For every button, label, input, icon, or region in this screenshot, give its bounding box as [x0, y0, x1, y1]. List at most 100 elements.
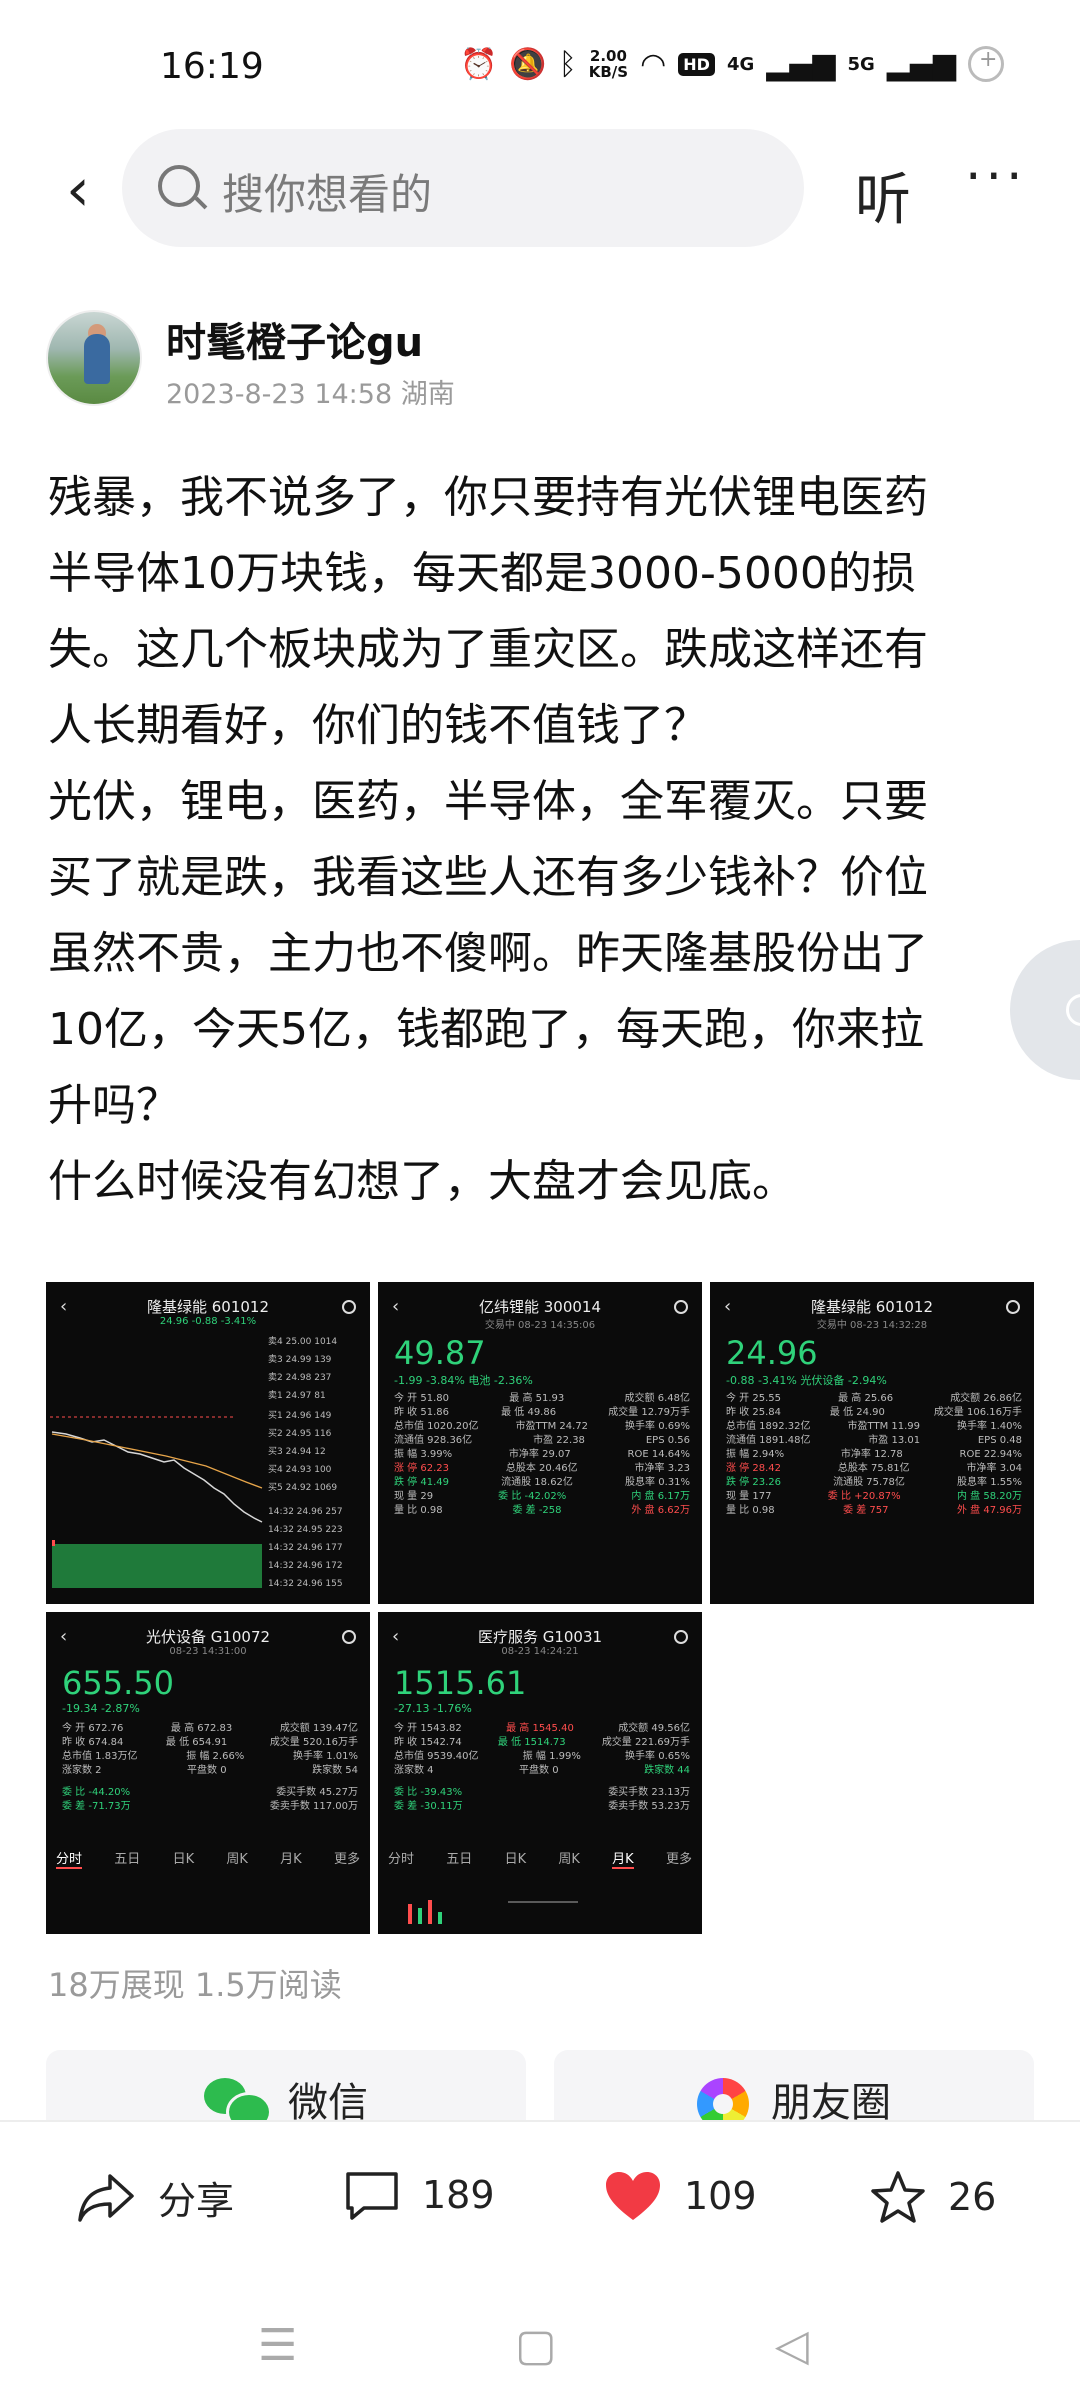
bluetooth-icon: ᛒ [558, 46, 577, 82]
image-subtitle: 交易中 08-23 14:32:28 [816, 1320, 928, 1331]
avatar[interactable] [46, 310, 142, 406]
search-input[interactable]: 搜你想看的 [122, 129, 804, 247]
stat: 委 差 -258 [512, 1505, 562, 1516]
stats-row: 振 幅 2.94% 市净率 12.78 ROE 22.94% [726, 1448, 1022, 1462]
svg-text:买3 24.94 12: 买3 24.94 12 [268, 1446, 326, 1457]
comment-icon [346, 2172, 398, 2220]
post-line: 升吗？ [48, 1080, 180, 1131]
stock-change: -0.88 -3.41% 光伏设备 -2.94% [726, 1374, 887, 1387]
stat: 跌 停 23.26 [726, 1477, 781, 1488]
tab-more[interactable]: 更多 [334, 1848, 360, 1869]
stat: 委卖手数 117.00万 [269, 1801, 358, 1812]
svg-text:卖2 24.98 237: 卖2 24.98 237 [268, 1372, 331, 1383]
stat: 现 量 177 [726, 1491, 772, 1502]
mute-icon: 🔕 [509, 46, 547, 82]
more-icon[interactable]: ··· [965, 147, 1027, 207]
post-line: 光伏，锂电，医药，半导体，全军覆灭。只要 [48, 776, 928, 827]
index-stats: 今 开 672.76 最 高 672.83 成交额 139.47亿 昨 收 674.… [62, 1722, 358, 1814]
search-icon [158, 165, 200, 207]
post-image-1[interactable]: ‹ 隆基绿能 601012 24.96 -0.88 -3.41% 卖4 25.0… [46, 1282, 370, 1604]
stat: 股息率 0.31% [625, 1477, 690, 1488]
order-book: 卖4 25.00 1014 卖3 24.99 139 卖2 24.98 237 … [268, 1336, 343, 1589]
signal-4g-icon: 4G [726, 53, 755, 75]
tab-wuri[interactable]: 五日 [114, 1848, 140, 1869]
search-placeholder: 搜你想看的 [222, 170, 433, 219]
svg-text:14:32 24.96 257: 14:32 24.96 257 [268, 1507, 343, 1517]
stat: 振 幅 3.99% [394, 1449, 453, 1460]
stat: EPS 0.48 [977, 1435, 1022, 1446]
post-image-4[interactable]: ‹ 光伏设备 G10072 08-23 14:31:00 655.50 -19.… [46, 1612, 370, 1934]
author-name[interactable]: 时髦橙子论gu [166, 310, 423, 368]
post-line: 虽然不贵，主力也不傻啊。昨天隆基股份出了 [48, 928, 928, 979]
stat: 最 低 24.90 [829, 1407, 885, 1418]
stock-change: -1.99 -3.84% 电池 -2.36% [394, 1374, 533, 1387]
stat: 今 开 672.76 [62, 1723, 124, 1734]
stats-row: 涨 停 28.42 总股本 75.81亿 市净率 3.04 [726, 1462, 1022, 1476]
stat: 现 量 29 [394, 1491, 434, 1502]
stat: 平盘数 0 [187, 1765, 227, 1776]
image-title: 光伏设备 G10072 [145, 1628, 271, 1646]
post-image-5[interactable]: ‹ 医疗服务 G10031 08-23 14:24:21 1515.61 -27… [378, 1612, 702, 1934]
avatar-figure [84, 334, 110, 384]
stat: 跌 停 41.49 [394, 1477, 449, 1488]
stat: 总市值 1892.32亿 [726, 1421, 811, 1432]
like-count: 109 [684, 2174, 757, 2218]
stats-row: 今 开 51.80 最 高 51.93 成交额 6.48亿 [394, 1392, 690, 1406]
stats-row: 现 量 177 委 比 +20.87% 内 盘 58.20万 [726, 1490, 1022, 1504]
search-icon [674, 1300, 688, 1314]
stat: 昨 收 51.86 [394, 1407, 449, 1418]
post-line: 人长期看好，你们的钱不值钱了？ [48, 700, 708, 751]
post-line: 失。这几个板块成为了重灾区。跌成这样还有 [48, 624, 928, 675]
tab-fenshi[interactable]: 分时 [56, 1848, 83, 1869]
net-speed: 2.00 KB/S [589, 48, 628, 80]
stat: 流通股 75.78亿 [833, 1477, 905, 1488]
stat: 流通值 928.36亿 [394, 1435, 473, 1446]
home-icon[interactable]: ▢ [515, 2320, 557, 2371]
tab-zhouk[interactable]: 周K [226, 1848, 248, 1869]
signal-5g-icon: 5G [847, 53, 875, 75]
post-line: 残暴，我不说多了，你只要持有光伏锂电医药 [48, 472, 928, 523]
stats-row: 流通值 1891.48亿 市盈 13.01 EPS 0.48 [726, 1434, 1022, 1448]
chart-tabs: 分时 五日 日K 周K 月K 更多 [56, 1848, 360, 1869]
stat: 总股本 20.46亿 [505, 1463, 578, 1474]
like-button[interactable]: 109 [604, 2170, 757, 2222]
stats-row: 委 差 -71.73万 委卖手数 117.00万 [62, 1800, 358, 1814]
svg-text:卖4 25.00 1014: 卖4 25.00 1014 [268, 1336, 337, 1347]
stat: 市净率 12.78 [840, 1449, 903, 1460]
stat: 市盈TTM 24.72 [515, 1421, 589, 1432]
svg-text:买2 24.95 116: 买2 24.95 116 [268, 1428, 332, 1439]
search-icon [342, 1630, 356, 1644]
svg-text:买4 24.93 100: 买4 24.93 100 [268, 1464, 332, 1475]
stat: 股息率 1.55% [957, 1477, 1022, 1488]
stat: 外 盘 6.62万 [631, 1505, 690, 1516]
share-button[interactable]: 分享 [76, 2170, 234, 2225]
comment-button[interactable]: 189 [344, 2170, 495, 2220]
stat: 成交量 520.16万手 [269, 1737, 358, 1748]
back-icon[interactable]: ‹ [48, 155, 108, 225]
stats-row: 总市值 1020.20亿 市盈TTM 24.72 换手率 0.69% [394, 1420, 690, 1434]
stat: 市净率 3.04 [966, 1463, 1022, 1474]
tab-rik[interactable]: 日K [173, 1848, 195, 1869]
post-image-3[interactable]: ‹ 隆基绿能 601012 交易中 08-23 14:32:28 24.96 -… [710, 1282, 1034, 1604]
stats-row: 今 开 672.76 最 高 672.83 成交额 139.47亿 [62, 1722, 358, 1736]
back-nav-icon[interactable]: ◁ [775, 2320, 809, 2371]
stat: 今 开 25.55 [726, 1393, 781, 1404]
stat: 总市值 1020.20亿 [394, 1421, 479, 1432]
status-time: 16:19 [160, 46, 264, 87]
stat: 流通值 1891.48亿 [726, 1435, 811, 1446]
share-moments-label: 朋友圈 [771, 2080, 891, 2120]
signal-bars-icon: ▂▄▆ [766, 46, 836, 82]
menu-icon[interactable]: ☰ [258, 2320, 297, 2371]
favorite-button[interactable]: 26 [870, 2170, 996, 2224]
share-moments-button[interactable]: 朋友圈 [554, 2050, 1034, 2120]
search-icon [1006, 1300, 1020, 1314]
post-image-2[interactable]: ‹ 亿纬锂能 300014 交易中 08-23 14:35:06 49.87 -… [378, 1282, 702, 1604]
stat: 委 比 +20.87% [827, 1491, 901, 1502]
tab-yuek[interactable]: 月K [280, 1848, 302, 1869]
stock-stats: 今 开 25.55 最 高 25.66 成交额 26.86亿 昨 收 25.84 最 … [726, 1392, 1022, 1518]
stat: 最 高 672.83 [170, 1723, 233, 1734]
share-wechat-button[interactable]: 微信 [46, 2050, 526, 2120]
stat: 市盈 22.38 [533, 1435, 585, 1446]
stats-row: 涨 停 62.23 总股本 20.46亿 市净率 3.23 [394, 1462, 690, 1476]
listen-button[interactable]: 听 [855, 155, 911, 236]
